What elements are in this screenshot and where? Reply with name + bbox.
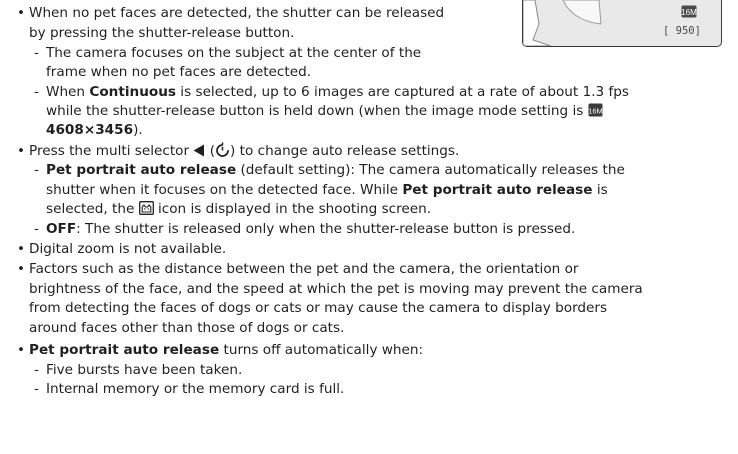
sub-item-text: shutter when it focuses on the detected … [46,182,403,198]
bullet-item: When no pet faces are detected, the shut… [17,4,445,23]
sub-item-text: : The shutter is released only when the … [76,221,576,237]
bullet-item: Pet portrait auto release turns off auto… [17,341,424,360]
setting-name: Pet portrait auto release [402,182,593,198]
image-mode-value: 4608×3456 [46,122,134,138]
left-arrow-icon [193,144,205,157]
sub-item-text: (default setting): The camera automatica… [236,162,625,178]
image-mode-16M-icon: 16M [588,103,603,117]
sub-item: The camera focuses on the subject at the… [34,44,422,63]
sub-item-text: icon is displayed in the shooting screen… [153,201,432,217]
sub-item: Five bursts have been taken. [34,361,243,380]
bullet-text: by pressing the shutter-release button. [29,25,295,41]
setting-name: Pet portrait auto release [46,162,237,178]
sub-item-text: is [592,182,608,198]
remaining-exposures-counter: [ 950] [663,25,701,37]
bullet-text: to change auto release settings. [235,143,460,159]
sub-item: OFF: The shutter is released only when t… [34,220,576,239]
camera-screen-preview: 16M [ 950] [522,0,722,47]
bullet-text-continued: from detecting the faces of dogs or cats… [29,299,607,318]
sub-item: Pet portrait auto release (default setti… [34,161,625,180]
bullet-text: Digital zoom is not available. [29,241,227,257]
sub-item-text: Internal memory or the memory card is fu… [46,381,345,397]
svg-text:16M: 16M [681,8,697,17]
sub-item-text: frame when no pet faces are detected. [46,64,312,80]
sub-item-text: selected, the [46,201,139,217]
bullet-text: from detecting the faces of dogs or cats… [29,300,608,316]
bullet-item: Factors such as the distance between the… [17,260,579,279]
bullet-text: brightness of the face, and the speed at… [29,281,643,297]
image-mode-16M-icon: 16M [681,5,697,18]
sub-item: Internal memory or the memory card is fu… [34,380,345,399]
bullet-text: Factors such as the distance between the… [29,261,579,277]
sub-item-continued: 4608×3456). [46,121,143,140]
sub-item-continued: shutter when it focuses on the detected … [46,181,608,200]
setting-name-off: OFF [46,221,77,237]
bullet-text: around faces other than those of dogs or… [29,320,345,336]
bullet-text-continued: by pressing the shutter-release button. [29,24,294,43]
sub-item-text: Five bursts have been taken. [46,362,243,378]
bullet-item: Digital zoom is not available. [17,240,227,259]
sub-item-text: The camera focuses on the subject at the… [46,45,422,61]
sub-item-text: ). [133,122,143,138]
sub-item-continued: frame when no pet faces are detected. [46,63,311,82]
sub-item-continued: while the shutter-release button is held… [46,102,603,121]
bullet-text: Press the multi selector [29,143,194,159]
svg-text:16M: 16M [588,107,603,116]
setting-name-continuous: Continuous [89,84,176,100]
bullet-text-continued: brightness of the face, and the speed at… [29,280,643,299]
sub-item-text: is selected, up to 6 images are captured… [175,84,630,100]
bullet-text: When no pet faces are detected, the shut… [29,5,445,21]
bullet-item: Press the multi selector ( ) to change a… [17,142,460,161]
sub-item-continued: selected, the icon is displayed in the s… [46,200,431,219]
bullet-text: turns off automatically when: [219,342,424,358]
sub-item-text: while the shutter-release button is held… [46,103,584,119]
bullet-text-continued: around faces other than those of dogs or… [29,319,344,338]
sub-item: When Continuous is selected, up to 6 ima… [34,83,630,102]
setting-name: Pet portrait auto release [29,342,220,358]
sub-item-text: When [46,84,90,100]
pet-portrait-auto-release-icon [138,201,154,215]
self-timer-icon [216,142,229,157]
